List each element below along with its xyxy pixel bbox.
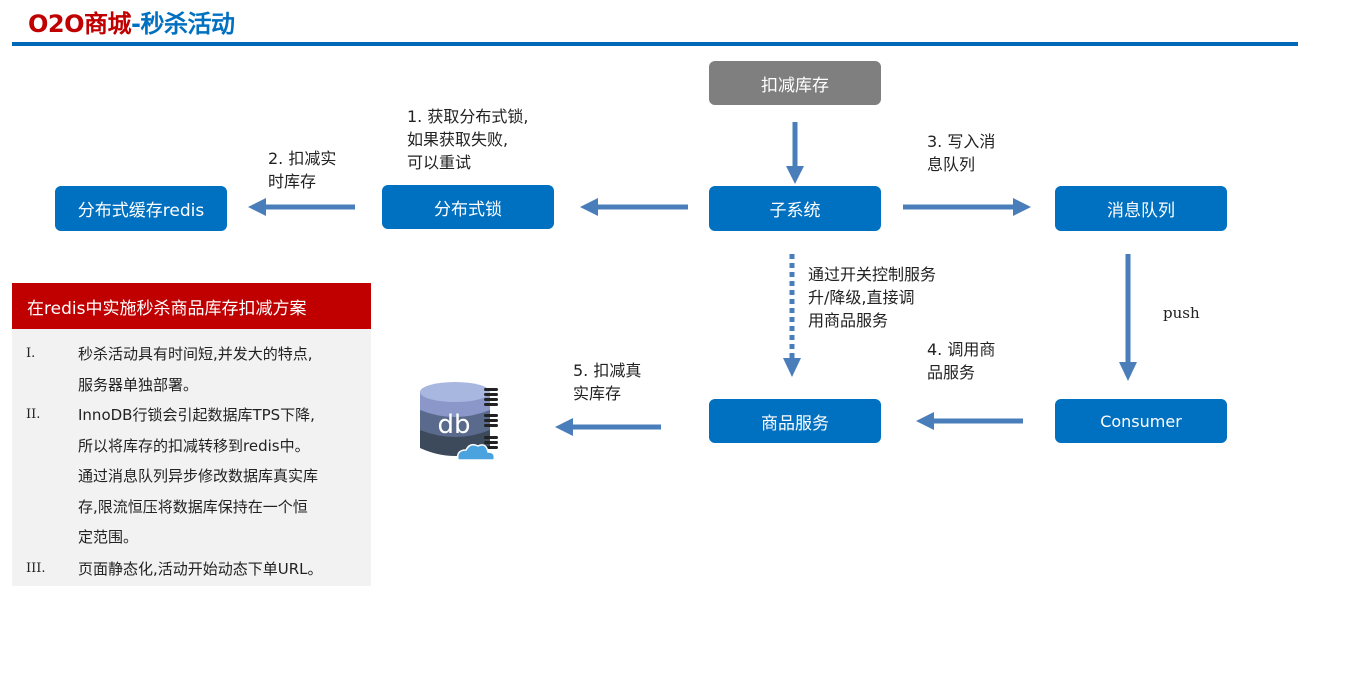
label-push: push — [1163, 304, 1200, 322]
node-consumer-label: Consumer — [1100, 411, 1182, 431]
database-icon: db — [420, 382, 498, 461]
arrow-mq-to-consumer — [1119, 254, 1137, 381]
label-step3: 3. 写入消 息队列 — [927, 132, 996, 174]
arrow-consumer-to-product — [916, 412, 1023, 430]
info-panel: 在redis中实施秒杀商品库存扣减方案 I. 秒杀活动具有时间短,并发大的特点,… — [12, 283, 371, 586]
arrow-subsystem-to-mq — [903, 198, 1031, 216]
node-message-queue: 消息队列 — [1055, 186, 1227, 231]
label-step5: 5. 扣减真 实库存 — [573, 361, 642, 403]
label-switch: 通过开关控制服务 升/降级,直接调 用商品服务 — [808, 265, 937, 330]
arrow-subsystem-to-lock — [580, 198, 688, 216]
node-distributed-cache: 分布式缓存redis — [55, 186, 227, 231]
panel-item-text: InnoDB行锁会引起数据库TPS下降, 所以将库存的扣减转移到redis中。 … — [78, 406, 319, 546]
node-distributed-lock-label: 分布式锁 — [434, 199, 502, 220]
node-deduct-stock-label: 扣减库存 — [761, 75, 829, 96]
node-product-service: 商品服务 — [709, 399, 881, 443]
node-product-service-label: 商品服务 — [761, 413, 829, 434]
label-step4: 4. 调用商 品服务 — [927, 340, 996, 382]
label-step1: 1. 获取分布式锁, 如果获取失败, 可以重试 — [407, 107, 529, 172]
panel-item-number: II. — [26, 407, 41, 422]
database-icon-label: db — [437, 410, 470, 440]
info-panel-title: 在redis中实施秒杀商品库存扣减方案 — [12, 283, 371, 329]
node-subsystem: 子系统 — [709, 186, 881, 231]
database-node: db — [418, 380, 508, 465]
arrow-deduct-to-subsystem — [786, 122, 804, 184]
panel-item-text: 页面静态化,活动开始动态下单URL。 — [78, 560, 323, 578]
arrow-dotted-subsystem-to-product — [783, 254, 801, 377]
node-deduct-stock: 扣减库存 — [709, 61, 881, 105]
label-step2: 2. 扣减实 时库存 — [268, 149, 337, 191]
panel-item-text: 秒杀活动具有时间短,并发大的特点, 服务器单独部署。 — [78, 345, 313, 394]
arrow-lock-to-redis — [248, 198, 355, 216]
node-subsystem-label: 子系统 — [769, 201, 821, 221]
panel-item-number: III. — [26, 561, 46, 576]
panel-item-number: I. — [26, 346, 36, 361]
arrow-product-to-db — [555, 418, 661, 436]
node-distributed-cache-label: 分布式缓存redis — [77, 201, 205, 221]
node-distributed-lock: 分布式锁 — [382, 185, 554, 229]
node-message-queue-label: 消息队列 — [1107, 201, 1175, 221]
node-consumer: Consumer — [1055, 399, 1227, 443]
